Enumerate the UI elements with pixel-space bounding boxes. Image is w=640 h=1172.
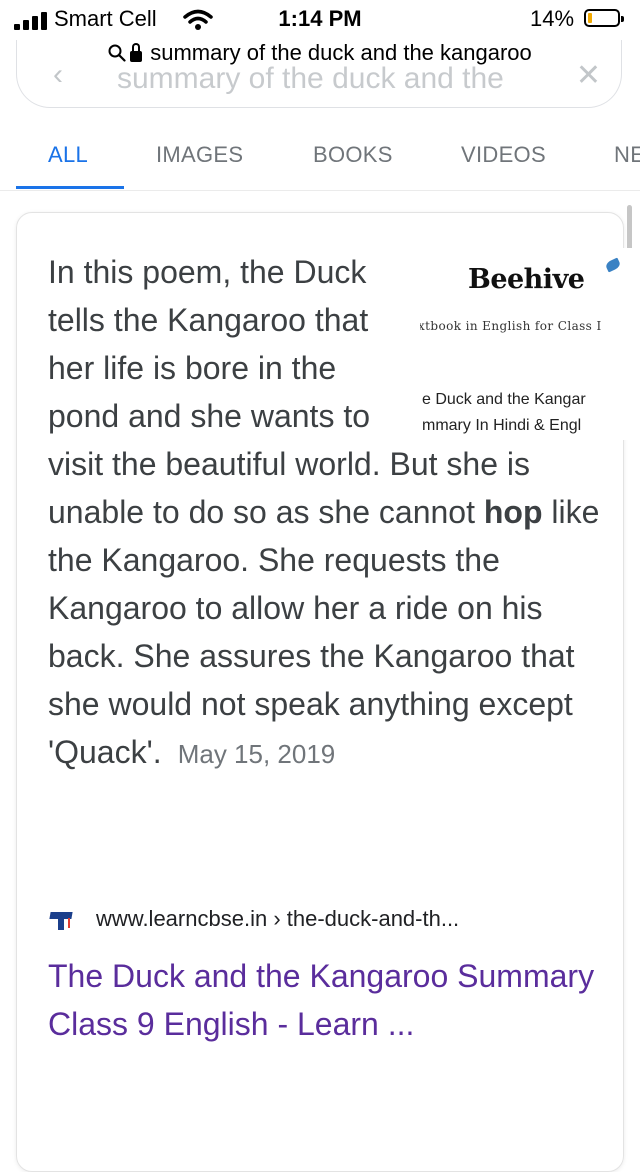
tab-images[interactable]: IMAGES: [156, 142, 243, 168]
about-featured-snippets-row[interactable]: [84, 1124, 640, 1144]
thumbnail-subtitle: xtbook in English for Class I: [420, 319, 602, 333]
status-bar: Smart Cell 1:14 PM 14%: [0, 0, 640, 40]
bird-logo-icon: [604, 257, 622, 273]
lock-icon: [130, 43, 143, 62]
source-url[interactable]: www.learncbse.in › the-duck-and-th...: [96, 906, 459, 932]
search-tabs: ALL IMAGES BOOKS VIDEOS NE: [0, 122, 640, 191]
source-path: › the-duck-and-th...: [273, 906, 460, 931]
featured-snippet-text: Beehive xtbook in English for Class I e …: [48, 248, 636, 778]
battery-icon: [584, 9, 624, 27]
snippet-thumbnail[interactable]: Beehive xtbook in English for Class I e …: [420, 248, 636, 440]
snippet-text-part-2: like the Kangaroo. She requests the Kang…: [48, 494, 600, 770]
result-title-link[interactable]: The Duck and the Kangaroo Summary Class …: [48, 952, 608, 1048]
tab-all[interactable]: ALL: [48, 142, 88, 168]
tab-books[interactable]: BOOKS: [313, 142, 393, 168]
snippet-date: May 15, 2019: [177, 739, 336, 769]
active-tab-indicator: [16, 186, 124, 189]
tab-news[interactable]: NE: [614, 142, 640, 168]
battery-percentage: 14%: [530, 6, 575, 31]
thumbnail-line-2: mmary In Hindi & Engl: [422, 417, 582, 434]
snippet-bold-term: hop: [483, 494, 543, 530]
search-icon: [108, 44, 126, 62]
address-bar-text: summary of the duck and the kangaroo: [150, 40, 532, 65]
thumbnail-title: Beehive: [468, 264, 585, 295]
battery-level: [588, 13, 592, 23]
tab-videos[interactable]: VIDEOS: [461, 142, 546, 168]
address-bar[interactable]: summary of the duck and the kangaroo: [0, 40, 640, 74]
graduation-cap-icon: [49, 910, 73, 932]
source-domain: www.learncbse.in: [96, 906, 268, 931]
